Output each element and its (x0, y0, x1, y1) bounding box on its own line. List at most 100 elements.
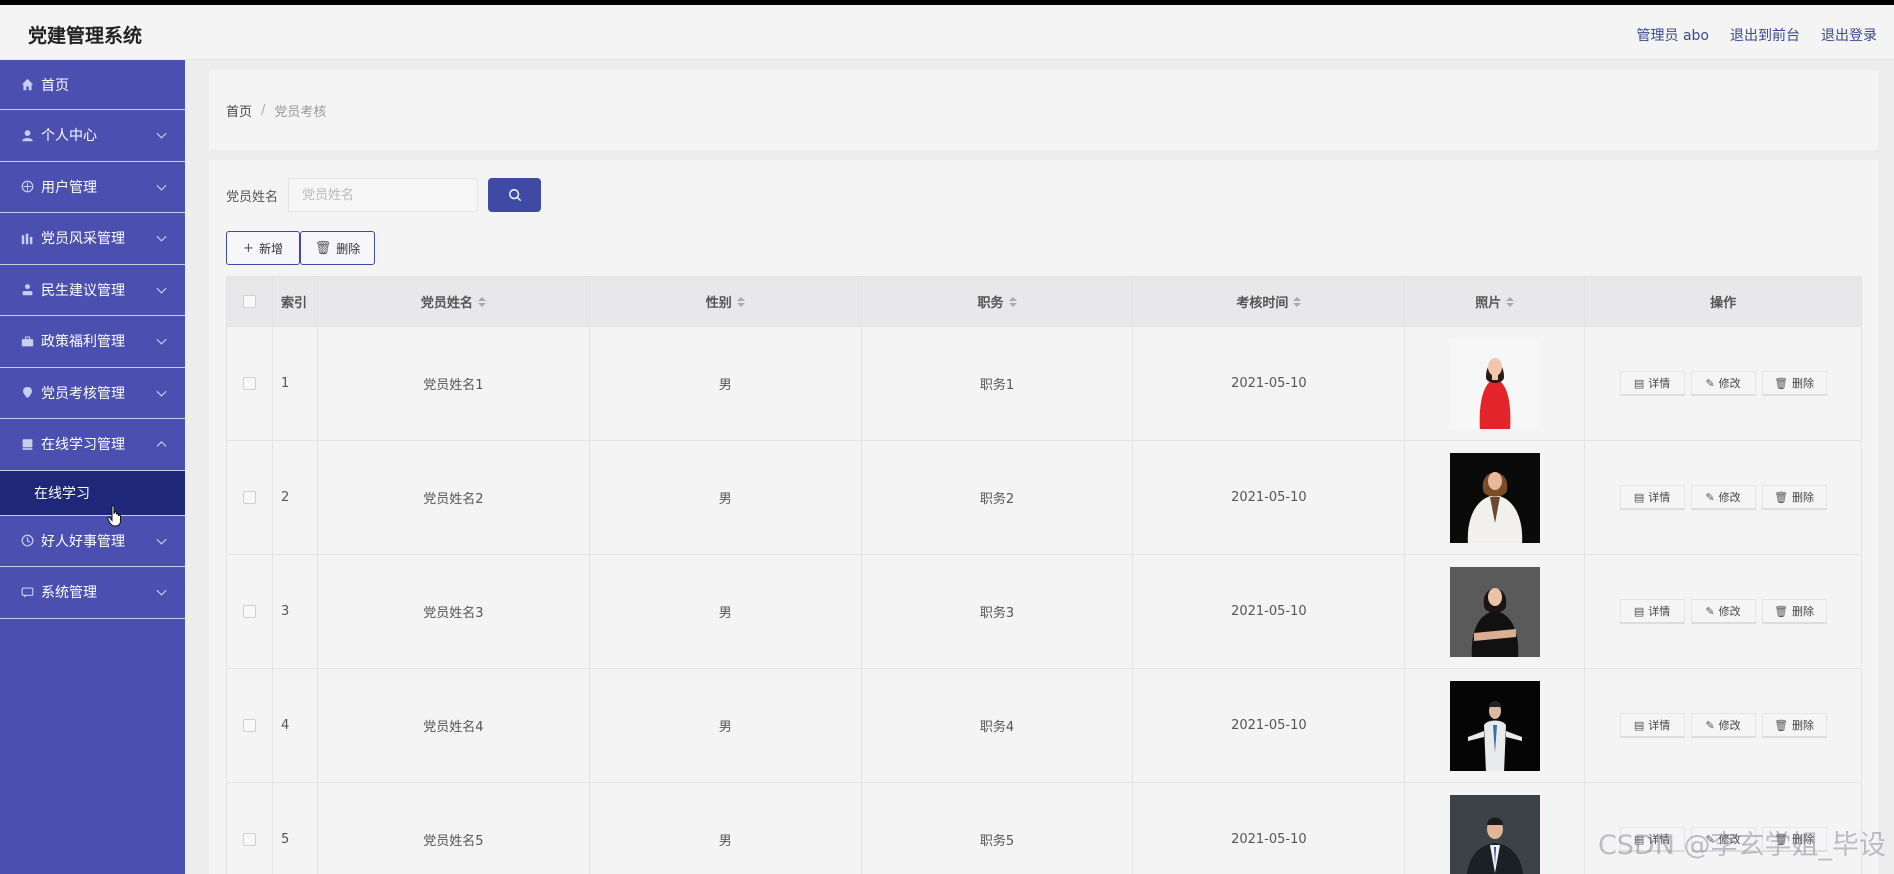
edit-button[interactable]: ✎ 修改 (1690, 371, 1756, 396)
row-gender: 男 (590, 441, 862, 554)
header-photo-label: 照片 (1475, 296, 1502, 311)
detail-button[interactable]: ▤ 详情 (1619, 713, 1685, 738)
pencil-icon: ✎ (1705, 718, 1715, 732)
chevron-down-icon (156, 283, 167, 294)
sidebar-item-label: 系统管理 (41, 585, 97, 602)
row-position: 职务5 (862, 783, 1134, 874)
admin-user-link[interactable]: 管理员 abo (1637, 25, 1709, 45)
header-name[interactable]: 党员姓名 (318, 277, 590, 326)
delete-button[interactable]: 🗑 删除 (1761, 371, 1827, 396)
row-index: 3 (273, 555, 318, 668)
plus-icon: + (243, 240, 254, 256)
header-position[interactable]: 职务 (862, 277, 1134, 326)
sort-icon[interactable] (1293, 296, 1302, 307)
logout-link[interactable]: 退出登录 (1821, 25, 1877, 45)
select-all-checkbox[interactable] (242, 295, 256, 308)
sidebar-item-assessment[interactable]: 党员考核管理 (0, 368, 185, 419)
table-row: 2 党员姓名2 男 职务2 2021-05-10 ▤ 详情 ✎ 修改 🗑 删除 (227, 441, 1862, 555)
row-checkbox[interactable] (242, 833, 256, 846)
row-position: 职务3 (862, 555, 1134, 668)
sidebar-item-label: 个人中心 (41, 128, 97, 145)
detail-button[interactable]: ▤ 详情 (1619, 371, 1685, 396)
header-gender[interactable]: 性别 (590, 277, 862, 326)
sidebar-item-label: 好人好事管理 (41, 533, 125, 550)
sort-icon[interactable] (1008, 296, 1017, 307)
edit-button[interactable]: ✎ 修改 (1690, 599, 1756, 624)
header-time-label: 考核时间 (1236, 296, 1289, 311)
photo-woman-red-dress[interactable] (1449, 338, 1540, 429)
row-index: 1 (273, 327, 318, 440)
sidebar-item-style[interactable]: 党员风采管理 (0, 213, 185, 265)
sidebar-item-learning[interactable]: 在线学习管理 (0, 419, 185, 471)
row-name: 党员姓名2 (318, 441, 590, 554)
row-photo-cell (1405, 327, 1586, 440)
breadcrumb-current: 党员考核 (274, 104, 327, 120)
breadcrumb: 首页 / 党员考核 (209, 70, 1878, 150)
chevron-down-icon (156, 334, 167, 345)
sidebar-item-home[interactable]: 首页 (0, 60, 185, 110)
delete-button[interactable]: 🗑 删除 (1761, 485, 1827, 510)
message-icon (20, 585, 34, 599)
home-icon (20, 78, 34, 92)
sort-icon[interactable] (477, 296, 486, 307)
trash-icon: 🗑 (1774, 604, 1789, 618)
photo-woman-white-suit[interactable] (1449, 452, 1540, 543)
photo-man-white-coat[interactable] (1449, 680, 1540, 771)
sidebar-item-suggestions[interactable]: 民生建议管理 (0, 265, 185, 316)
row-select-cell (227, 669, 273, 782)
row-checkbox[interactable] (242, 491, 256, 504)
sidebar-item-users[interactable]: 用户管理 (0, 162, 185, 213)
sidebar-subitem-online-learning[interactable]: 在线学习 (0, 470, 185, 516)
header-index-label: 索引 (280, 296, 307, 311)
row-checkbox[interactable] (242, 377, 256, 390)
front-link[interactable]: 退出到前台 (1730, 25, 1800, 45)
row-position: 职务4 (862, 669, 1134, 782)
trash-icon: 🗑 (1774, 718, 1789, 732)
header-name-label: 党员姓名 (420, 296, 473, 311)
briefcase-icon (20, 334, 34, 348)
breadcrumb-home[interactable]: 首页 (226, 101, 252, 120)
detail-label: 详情 (1648, 491, 1671, 504)
users-icon (20, 180, 34, 194)
header-photo[interactable]: 照片 (1405, 277, 1586, 326)
row-name: 党员姓名3 (318, 555, 590, 668)
row-time: 2021-05-10 (1133, 669, 1406, 782)
row-ops: ▤ 详情 ✎ 修改 🗑 删除 (1585, 555, 1862, 668)
sidebar-item-personal[interactable]: 个人中心 (0, 110, 185, 162)
row-name: 党员姓名5 (318, 783, 590, 874)
sort-icon[interactable] (1506, 296, 1515, 307)
row-checkbox[interactable] (242, 719, 256, 732)
delete-button[interactable]: 🗑 删除 (1761, 599, 1827, 624)
chevron-down-icon (156, 180, 167, 191)
chevron-down-icon (156, 534, 167, 545)
detail-button[interactable]: ▤ 详情 (1619, 485, 1685, 510)
batch-delete-button[interactable]: 🗑 删除 (300, 231, 375, 265)
header-gender-label: 性别 (705, 296, 732, 311)
header: 党建管理系统 管理员 abo 退出到前台 退出登录 (0, 5, 1894, 60)
row-time: 2021-05-10 (1133, 327, 1406, 440)
sidebar-item-good-deeds[interactable]: 好人好事管理 (0, 516, 185, 567)
add-button[interactable]: + 新增 (226, 231, 300, 265)
row-ops: ▤ 详情 ✎ 修改 🗑 删除 (1585, 327, 1862, 440)
table-row: 3 党员姓名3 男 职务3 2021-05-10 ▤ 详情 ✎ 修改 🗑 删除 (227, 555, 1862, 669)
sidebar-item-policy[interactable]: 政策福利管理 (0, 316, 185, 368)
row-time: 2021-05-10 (1133, 783, 1406, 874)
name-search-input[interactable] (288, 178, 479, 212)
delete-button[interactable]: 🗑 删除 (1761, 713, 1827, 738)
row-name: 党员姓名1 (318, 327, 590, 440)
edit-button[interactable]: ✎ 修改 (1690, 485, 1756, 510)
edit-button[interactable]: ✎ 修改 (1690, 713, 1756, 738)
row-select-cell (227, 783, 273, 874)
row-photo-cell (1405, 783, 1586, 874)
chevron-down-icon (156, 386, 167, 397)
header-time[interactable]: 考核时间 (1133, 277, 1406, 326)
main-area: 首页 / 党员考核 党员姓名 + 新增 🗑 删除 索引 党 (185, 60, 1894, 874)
detail-button[interactable]: ▤ 详情 (1619, 599, 1685, 624)
clock-icon (20, 534, 34, 548)
sidebar-item-system[interactable]: 系统管理 (0, 567, 185, 619)
search-button[interactable] (488, 178, 542, 212)
photo-woman-black-dress[interactable] (1449, 566, 1540, 657)
row-checkbox[interactable] (242, 605, 256, 618)
sort-icon[interactable] (736, 296, 745, 307)
photo-man-dark-suit[interactable] (1449, 794, 1540, 874)
